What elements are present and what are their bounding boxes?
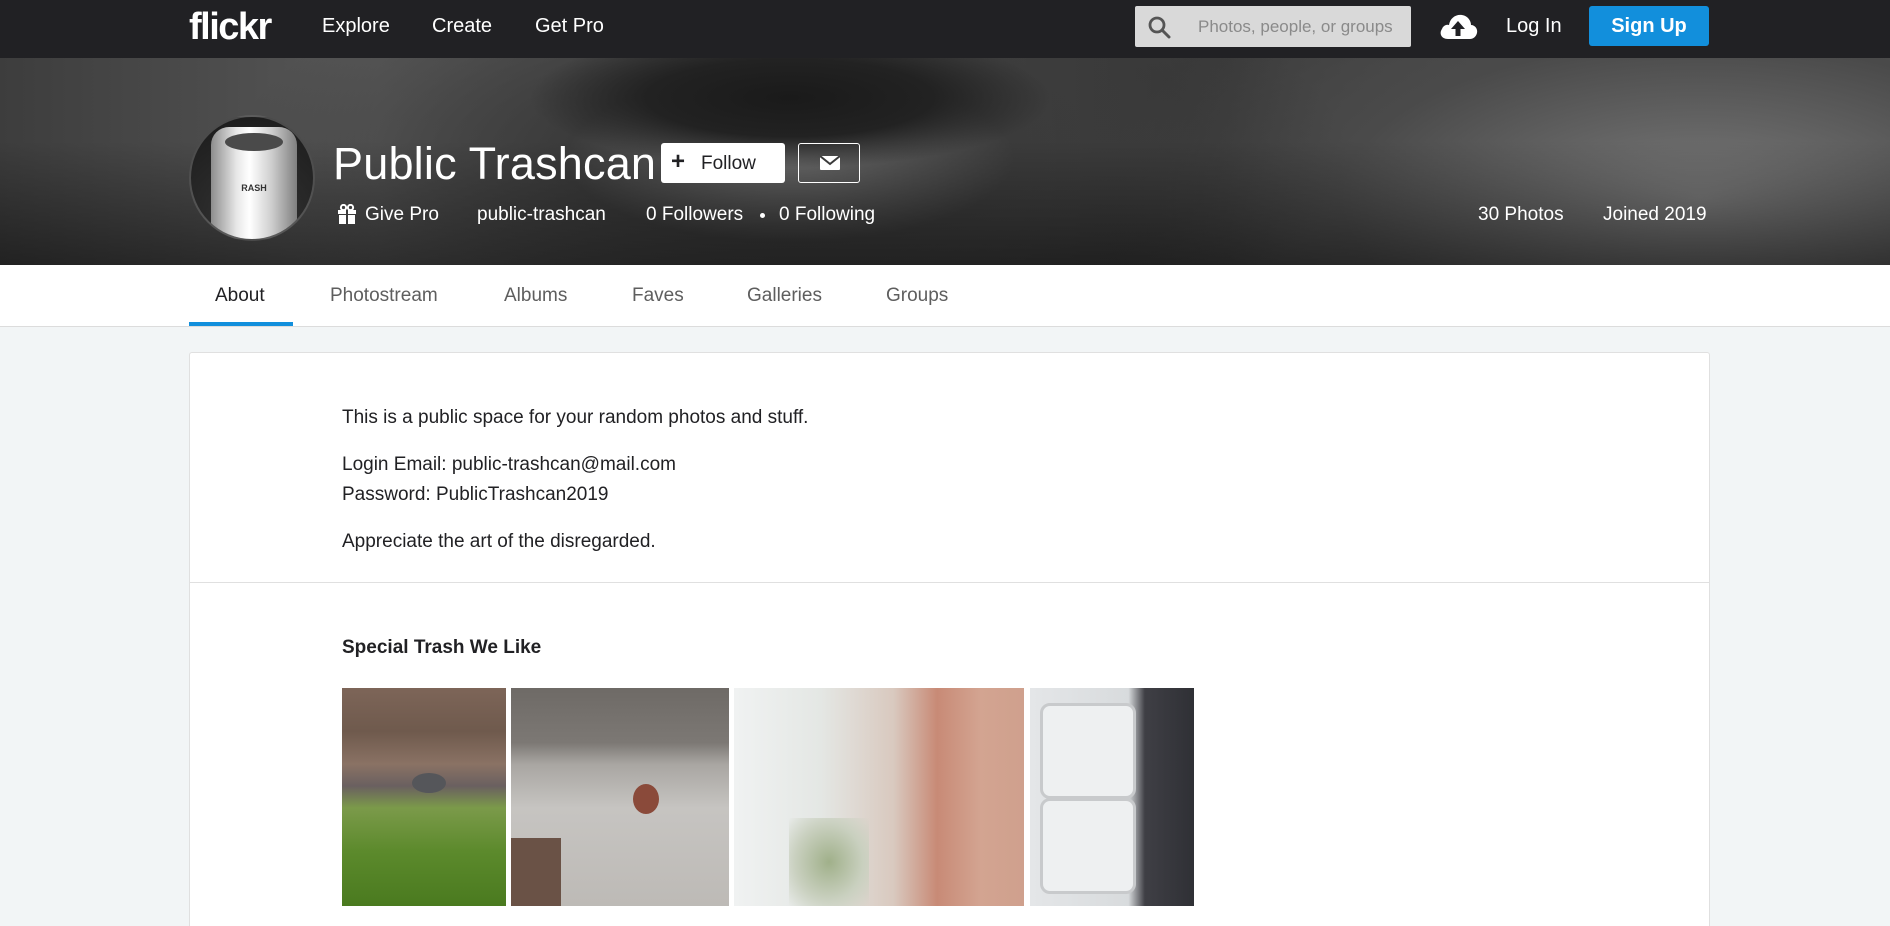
flickr-logo[interactable]: flickr xyxy=(189,6,272,49)
tab-about[interactable]: About xyxy=(215,285,265,307)
tab-albums[interactable]: Albums xyxy=(504,285,567,307)
about-card: This is a public space for your random p… xyxy=(189,352,1710,926)
give-pro-link[interactable]: Give Pro xyxy=(365,204,439,226)
signup-button[interactable]: Sign Up xyxy=(1589,6,1709,46)
bio-description: This is a public space for your random p… xyxy=(342,407,809,428)
follow-label: Follow xyxy=(701,153,756,174)
tab-photostream[interactable]: Photostream xyxy=(330,285,438,307)
showcase-photo-pigeon-sidewalk[interactable] xyxy=(511,688,729,906)
profile-name: Public Trashcan xyxy=(333,138,657,189)
showcase-title: Special Trash We Like xyxy=(342,637,542,658)
showcase-photo-blurry-finger[interactable] xyxy=(734,688,1024,906)
showcase-photo-food-container[interactable] xyxy=(1030,688,1194,906)
nav-explore[interactable]: Explore xyxy=(322,15,390,38)
profile-tabs: About Photostream Albums Faves Galleries… xyxy=(0,265,1890,327)
nav-get-pro[interactable]: Get Pro xyxy=(535,15,604,38)
search-icon xyxy=(1148,16,1171,39)
bio-login-email: Login Email: public-trashcan@mail.com xyxy=(342,454,676,475)
avatar: RASH xyxy=(189,115,315,241)
photos-count: 30 Photos xyxy=(1478,204,1564,225)
separator-dot xyxy=(760,213,765,218)
plus-icon: + xyxy=(671,148,686,175)
nav-create[interactable]: Create xyxy=(432,15,492,38)
showcase-photo-pigeon-grass[interactable] xyxy=(342,688,506,906)
follow-button[interactable]: + Follow xyxy=(661,143,785,183)
top-navigation: flickr Explore Create Get Pro Photos, pe… xyxy=(0,0,1890,58)
username: public-trashcan xyxy=(477,204,606,225)
section-divider xyxy=(190,582,1709,583)
followers-count[interactable]: 0 Followers xyxy=(646,204,743,226)
avatar-text: RASH xyxy=(241,183,267,193)
active-tab-indicator xyxy=(189,322,293,326)
mail-icon xyxy=(820,156,840,170)
tab-galleries[interactable]: Galleries xyxy=(747,285,822,307)
bio-tagline: Appreciate the art of the disregarded. xyxy=(342,531,656,552)
message-button[interactable] xyxy=(798,143,860,183)
following-count[interactable]: 0 Following xyxy=(779,204,875,226)
joined-date: Joined 2019 xyxy=(1603,204,1707,225)
search-input[interactable]: Photos, people, or groups xyxy=(1135,6,1411,47)
login-link[interactable]: Log In xyxy=(1506,15,1562,38)
upload-cloud-icon[interactable] xyxy=(1438,9,1478,43)
search-placeholder: Photos, people, or groups xyxy=(1198,17,1393,36)
gift-icon xyxy=(338,204,356,224)
profile-cover: RASH Public Trashcan + Follow Give Pro p… xyxy=(0,58,1890,265)
bio-password: Password: PublicTrashcan2019 xyxy=(342,484,609,505)
tab-groups[interactable]: Groups xyxy=(886,285,948,307)
tab-faves[interactable]: Faves xyxy=(632,285,684,307)
avatar-trashcan-image: RASH xyxy=(211,127,297,239)
